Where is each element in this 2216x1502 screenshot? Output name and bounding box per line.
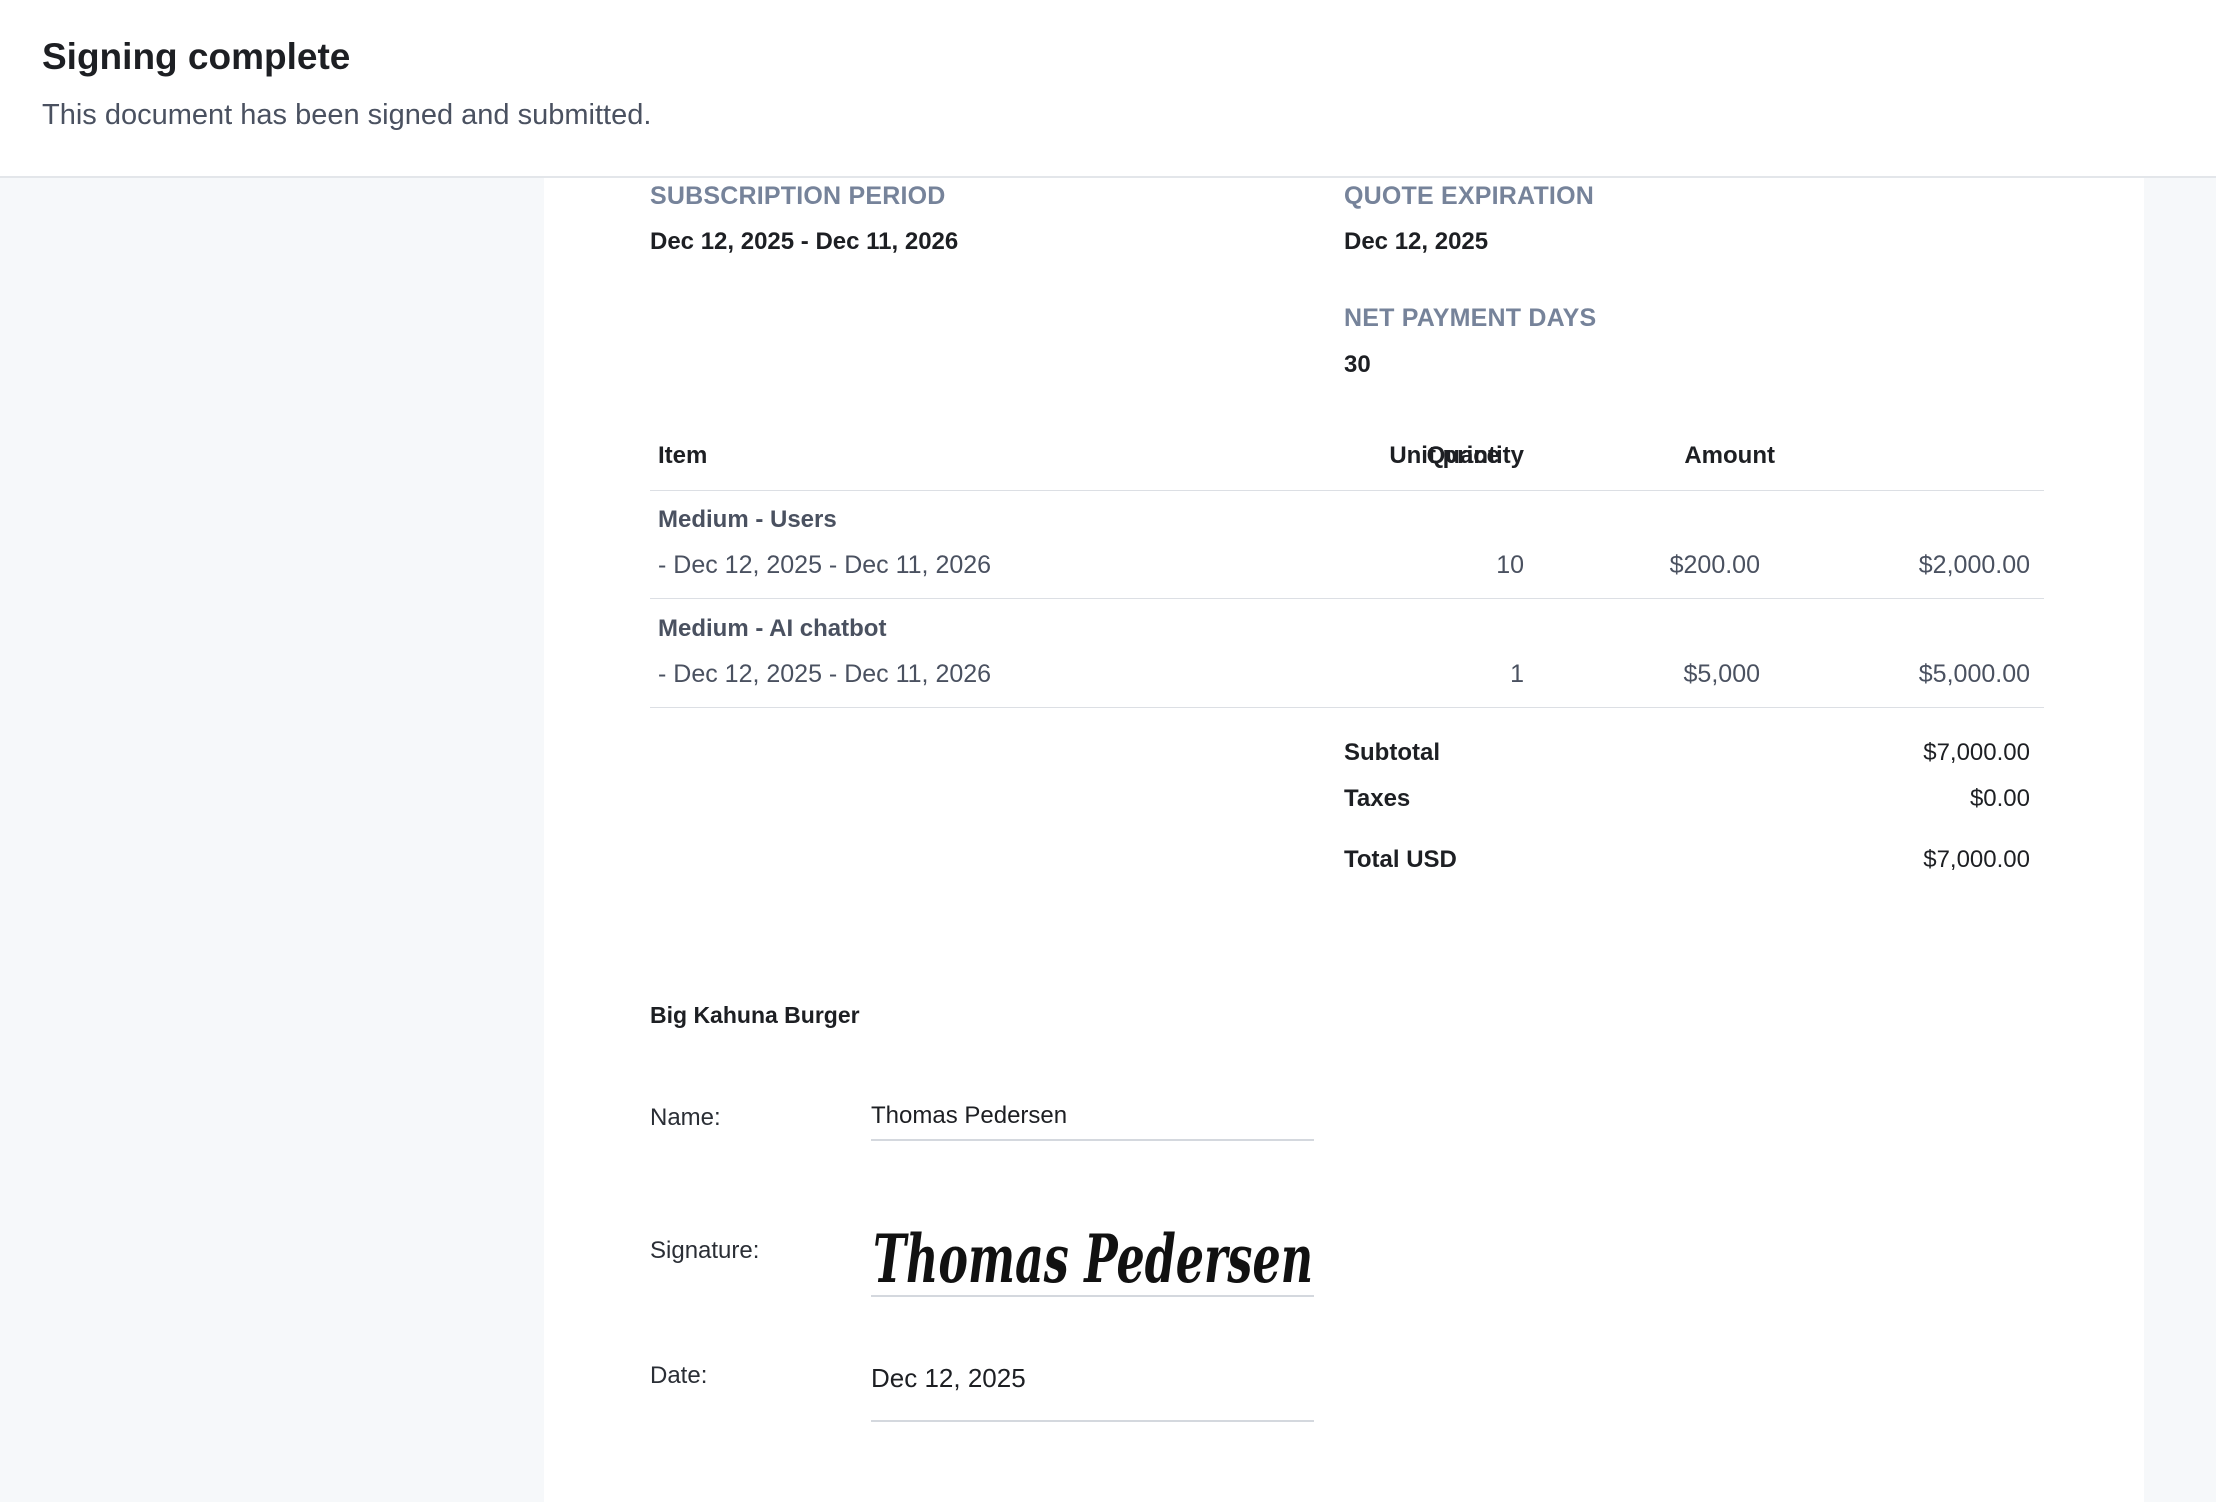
subscription-period-value: Dec 12, 2025 - Dec 11, 2026 — [650, 228, 959, 255]
net-payment-days-value: 30 — [1344, 351, 1371, 378]
subtotal-label: Subtotal — [1344, 739, 1440, 766]
row-divider — [650, 707, 2044, 708]
signing-complete-banner: Signing complete This document has been … — [0, 0, 2216, 178]
item-period: - Dec 12, 2025 - Dec 11, 2026 — [658, 660, 992, 688]
total-label: Total USD — [1344, 846, 1457, 873]
svg-text:Thomas Pedersen: Thomas Pedersen — [873, 1220, 1313, 1296]
date-label: Date: — [650, 1362, 708, 1389]
date-field-underline — [871, 1420, 1314, 1422]
quote-document: SUBSCRIPTION PERIOD Dec 12, 2025 - Dec 1… — [544, 0, 2144, 1502]
row-divider — [650, 598, 2044, 599]
signature-image: Thomas Pedersen — [873, 1220, 1313, 1296]
name-label: Name: — [650, 1104, 721, 1131]
signature-field-underline — [871, 1295, 1314, 1297]
name-field-underline — [871, 1139, 1314, 1141]
name-field: Thomas Pedersen — [871, 1102, 1068, 1129]
total-value: $7,000.00 — [1923, 846, 2030, 873]
banner-subtitle: This document has been signed and submit… — [42, 99, 652, 131]
item-amount: $2,000.00 — [1918, 551, 2030, 579]
column-header-item: Item — [658, 442, 708, 469]
banner-title: Signing complete — [42, 36, 351, 77]
subscription-period-label: SUBSCRIPTION PERIOD — [650, 182, 946, 210]
signature-label: Signature: — [650, 1237, 760, 1264]
item-name: Medium - Users — [658, 506, 837, 533]
company-name: Big Kahuna Burger — [650, 1002, 860, 1028]
header-divider — [650, 490, 2044, 491]
quote-expiration-value: Dec 12, 2025 — [1344, 228, 1489, 255]
item-name: Medium - AI chatbot — [658, 615, 887, 642]
item-period: - Dec 12, 2025 - Dec 11, 2026 — [658, 551, 992, 579]
column-header-unit-price: Unit price — [1389, 442, 1500, 469]
column-header-amount: Amount — [1684, 442, 1775, 469]
taxes-value: $0.00 — [1969, 785, 2030, 812]
taxes-label: Taxes — [1344, 785, 1411, 812]
subtotal-value: $7,000.00 — [1923, 739, 2030, 766]
item-amount: $5,000.00 — [1918, 660, 2030, 688]
date-field: Dec 12, 2025 — [871, 1363, 1026, 1393]
net-payment-days-label: NET PAYMENT DAYS — [1344, 304, 1597, 332]
quote-expiration-label: QUOTE EXPIRATION — [1344, 182, 1594, 210]
